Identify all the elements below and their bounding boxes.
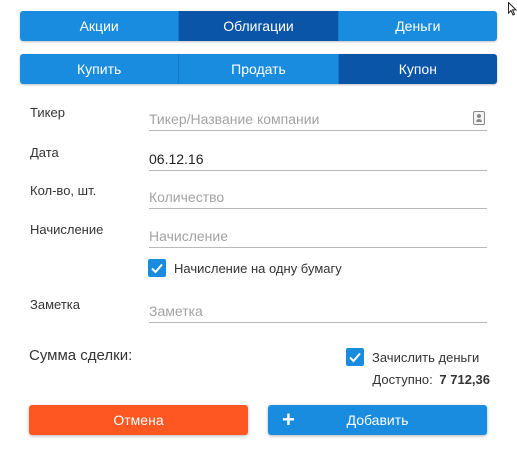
date-input[interactable] [149, 149, 487, 171]
credit-money-label: Зачислить деньги [372, 349, 480, 365]
note-input[interactable] [149, 301, 487, 323]
accrual-row: Начисление [30, 222, 487, 248]
instrument-type-tabs: Акции Облигации Деньги [20, 11, 497, 41]
quantity-label: Кол-во, шт. [30, 183, 97, 198]
note-row: Заметка [30, 297, 487, 323]
operation-tabs: Купить Продать Купон [20, 54, 497, 84]
add-button[interactable]: + Добавить [268, 405, 487, 435]
accrual-input[interactable] [149, 226, 487, 248]
credit-money-checkbox[interactable] [346, 348, 364, 366]
per-bond-checkbox-row[interactable]: Начисление на одну бумагу [148, 259, 342, 277]
date-row: Дата [30, 145, 487, 171]
available-label: Доступно: [372, 372, 433, 387]
quantity-input[interactable] [149, 187, 487, 209]
credit-money-checkbox-row[interactable]: Зачислить деньги [346, 348, 479, 366]
tab-coupon[interactable]: Купон [338, 54, 497, 84]
quantity-row: Кол-во, шт. [30, 183, 487, 209]
tab-stocks[interactable]: Акции [20, 11, 180, 41]
mouse-cursor-icon [508, 2, 517, 16]
contact-book-icon[interactable] [473, 111, 485, 125]
date-label: Дата [30, 145, 59, 160]
per-bond-checkbox[interactable] [148, 259, 166, 277]
checkmark-icon [151, 263, 163, 274]
deal-sum-label: Сумма сделки: [29, 347, 133, 364]
accrual-label: Начисление [30, 222, 104, 237]
cancel-button[interactable]: Отмена [29, 405, 248, 435]
checkmark-icon [349, 352, 361, 363]
available-amount: 7 712,36 [439, 372, 490, 387]
ticker-label: Тикер [30, 105, 65, 120]
per-bond-label: Начисление на одну бумагу [174, 260, 342, 276]
available-balance: Доступно: 7 712,36 [372, 372, 490, 387]
add-button-label: Добавить [346, 412, 409, 428]
ticker-input[interactable] [149, 109, 487, 131]
plus-icon: + [282, 407, 295, 432]
tab-buy[interactable]: Купить [20, 54, 180, 84]
tab-sell[interactable]: Продать [179, 54, 339, 84]
ticker-row: Тикер [30, 105, 487, 131]
tab-money[interactable]: Деньги [338, 11, 497, 41]
note-label: Заметка [30, 297, 80, 312]
tab-bonds[interactable]: Облигации [179, 11, 339, 41]
